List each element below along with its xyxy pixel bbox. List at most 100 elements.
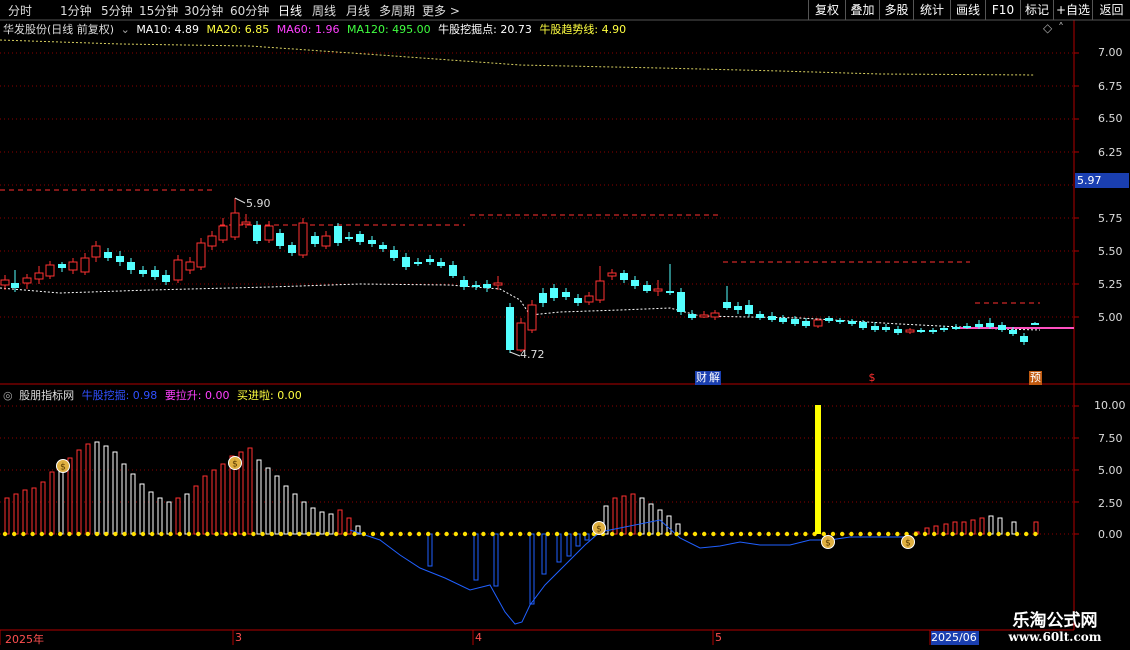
chevron-down-icon[interactable]: ⌄ bbox=[121, 23, 130, 36]
buy-signal-dot-93 bbox=[858, 531, 863, 537]
candle-body-41 bbox=[472, 285, 480, 287]
event-tag-finance[interactable]: 财 bbox=[695, 371, 708, 385]
buy-signal-dot-59 bbox=[545, 531, 550, 537]
candle-body-8 bbox=[91, 245, 101, 258]
price-tick-5-00: 5.00 bbox=[1098, 311, 1123, 324]
buy-signal-dot-29 bbox=[269, 531, 274, 537]
buy-signal-dot-54 bbox=[499, 531, 504, 537]
mai-jin-la-label: 买进啦: 0.00 bbox=[237, 389, 302, 402]
candle-body-21 bbox=[241, 221, 251, 225]
sub-bar-up-16 bbox=[148, 491, 154, 535]
sub-tick-0: 0.00 bbox=[1098, 528, 1123, 541]
event-tag-forecast[interactable]: 预 bbox=[1029, 371, 1042, 385]
buy-signal-dot-84 bbox=[775, 531, 780, 537]
buy-signal-dot-97 bbox=[895, 531, 900, 537]
buy-signal-dot-47 bbox=[435, 531, 440, 537]
buy-signal-dot-18 bbox=[168, 531, 173, 537]
candle-body-43 bbox=[493, 282, 503, 286]
buy-signal-dot-6 bbox=[58, 531, 63, 537]
high-price-mark: 5.90 bbox=[246, 197, 271, 210]
candle-body-62 bbox=[710, 312, 720, 318]
buy-signal-dot-32 bbox=[297, 531, 302, 537]
candle-body-67 bbox=[768, 316, 776, 320]
buy-signal-dot-111 bbox=[1023, 531, 1029, 537]
candle-body-54 bbox=[620, 273, 628, 280]
candle-body-39 bbox=[449, 265, 457, 276]
buy-signal-dot-10 bbox=[94, 531, 100, 537]
price-tick-5-75: 5.75 bbox=[1098, 212, 1123, 225]
candle-body-25 bbox=[288, 245, 296, 253]
buy-signal-dot-69 bbox=[637, 531, 642, 537]
sub-bar-up-18 bbox=[166, 501, 172, 535]
buy-signal-dot-61 bbox=[564, 531, 569, 537]
candle-body-18 bbox=[207, 235, 217, 247]
sub-bar-up-32 bbox=[292, 493, 298, 535]
sub-bar-up-15 bbox=[139, 483, 145, 535]
buy-signal-dot-81 bbox=[748, 531, 753, 537]
buy-signal-dot-77 bbox=[711, 531, 716, 537]
ma10-label: MA10: 4.89 bbox=[136, 23, 200, 36]
candle-body-33 bbox=[379, 245, 387, 249]
candle-body-37 bbox=[426, 259, 434, 262]
sub-bar-up-9 bbox=[85, 443, 91, 535]
price-tick-5-50: 5.50 bbox=[1098, 245, 1123, 258]
candle-body-31 bbox=[356, 234, 364, 242]
buy-signal-dot-51 bbox=[472, 531, 477, 537]
chevron-up-icon[interactable]: ˄ bbox=[1058, 21, 1064, 35]
buy-signal-dot-103 bbox=[950, 531, 955, 537]
buy-signal-dot-22 bbox=[205, 531, 210, 537]
kline-chart[interactable]: $ $ $ $ $ bbox=[0, 0, 1130, 650]
sub-bar-up-37 bbox=[337, 509, 343, 535]
candle-body-70 bbox=[802, 321, 810, 326]
buy-signal-dot-8 bbox=[76, 531, 81, 537]
candle-body-55 bbox=[631, 280, 639, 286]
candle-body-87 bbox=[998, 325, 1006, 330]
buy-signal-dot-92 bbox=[849, 531, 854, 537]
buy-signal-dot-4 bbox=[39, 531, 44, 537]
sub-bar-up-30 bbox=[274, 475, 280, 535]
candle-body-15 bbox=[173, 259, 183, 281]
buy-signal-dot-53 bbox=[490, 531, 495, 537]
candle-body-82 bbox=[940, 328, 948, 330]
sub-bar-up-42 bbox=[621, 495, 627, 535]
candle-body-47 bbox=[539, 293, 547, 303]
sub-bar-up-58 bbox=[997, 517, 1003, 535]
buy-signal-dot-24 bbox=[223, 531, 228, 537]
money-bag-icon-glyph: $ bbox=[232, 460, 238, 470]
candle-body-61 bbox=[699, 314, 709, 318]
event-tag-unlock[interactable]: 解 bbox=[708, 371, 721, 385]
buy-signal-dot-11 bbox=[104, 531, 109, 537]
candle-body-74 bbox=[848, 321, 856, 324]
candle-body-26 bbox=[298, 222, 308, 256]
candle-body-24 bbox=[276, 233, 284, 246]
sub-bar-up-20 bbox=[184, 493, 190, 535]
diamond-icon[interactable]: ◇ bbox=[1043, 21, 1052, 35]
settings-icon[interactable]: ◎ bbox=[3, 389, 13, 402]
buy-signal-dot-90 bbox=[830, 531, 836, 537]
sub-bar-up-38 bbox=[346, 517, 352, 535]
event-tag-dividend[interactable]: $ bbox=[867, 371, 877, 385]
buy-signal-dot-71 bbox=[656, 531, 661, 537]
candle-body-16 bbox=[185, 261, 195, 271]
sub-bar-up-4 bbox=[40, 481, 46, 535]
sub-bar-up-22 bbox=[202, 475, 208, 535]
buy-signal-dot-17 bbox=[159, 531, 164, 537]
sub-bar-up-12 bbox=[112, 451, 118, 535]
buy-signal-dot-37 bbox=[343, 531, 348, 537]
niugu-wajue-label: 牛股挖掘: 0.98 bbox=[81, 389, 158, 402]
candle-body-3 bbox=[34, 272, 44, 280]
candle-body-83 bbox=[952, 327, 960, 329]
buy-signal-dot-82 bbox=[757, 531, 762, 537]
sub-bar-up-23 bbox=[211, 469, 217, 535]
buy-signal-dot-83 bbox=[766, 531, 771, 537]
candle-body-73 bbox=[836, 320, 844, 322]
candle-body-20 bbox=[230, 212, 240, 238]
buy-signal-dot-58 bbox=[536, 531, 541, 537]
sub-bar-down-0 bbox=[427, 533, 433, 567]
date-label-may: 5 bbox=[715, 631, 722, 644]
candle-body-64 bbox=[734, 306, 742, 310]
candle-body-38 bbox=[437, 262, 445, 266]
candle-body-11 bbox=[127, 262, 135, 270]
sub-bar-down-5 bbox=[556, 533, 562, 563]
yao-lasheng-label: 要拉升: 0.00 bbox=[164, 389, 230, 402]
